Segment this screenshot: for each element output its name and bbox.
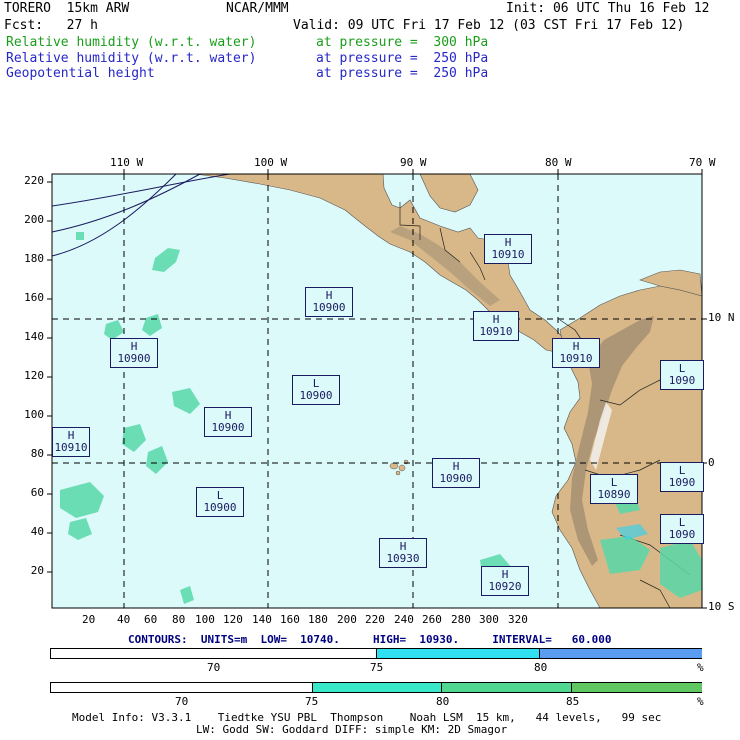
colorbar-300-label: 80 [436, 695, 450, 708]
colorbar-250hpa [50, 648, 702, 659]
colorbar-250-label: 80 [534, 661, 548, 674]
high-pressure-label: H 10910 [552, 338, 600, 368]
map-panel [47, 169, 707, 609]
low-pressure-label: L 1090 [660, 462, 704, 492]
contours-info: CONTOURS: UNITS=m LOW= 10740. HIGH= 1093… [128, 633, 612, 646]
hl-value: 10890 [597, 488, 631, 501]
colorbar-300-seg-aqua [312, 683, 442, 692]
hl-value: 10910 [54, 441, 88, 454]
physics-info: LW: Godd SW: Goddard DIFF: simple KM: 2D… [196, 723, 508, 736]
colorbar-300-label: 75 [305, 695, 319, 708]
colorbar-250-seg-white [51, 649, 376, 658]
hl-value: 10900 [211, 421, 245, 434]
colorbar-300-seg-green [571, 683, 702, 692]
high-pressure-label: H 10910 [52, 427, 90, 457]
high-pressure-label: H 10910 [484, 234, 532, 264]
colorbar-300-seg-white [51, 683, 312, 692]
hl-value: 1090 [668, 374, 696, 387]
low-pressure-label: L 1090 [660, 360, 704, 390]
weather-map-page: TORERO 15km ARW NCAR/MMM Init: 06 UTC Th… [0, 0, 740, 740]
colorbar-250-label: 75 [370, 661, 384, 674]
low-pressure-label: L 10890 [590, 474, 638, 504]
colorbar-300-label: % [697, 695, 704, 708]
colorbar-250-label: % [697, 661, 704, 674]
hl-value: 10900 [299, 389, 333, 402]
colorbar-300-seg-mint [441, 683, 572, 692]
low-pressure-label: L 10900 [292, 375, 340, 405]
hl-value: 10900 [439, 472, 473, 485]
high-pressure-label: H 10930 [379, 538, 427, 568]
colorbar-250-label: 70 [207, 661, 221, 674]
high-pressure-label: H 10900 [110, 338, 158, 368]
high-pressure-label: H 10900 [204, 407, 252, 437]
colorbar-300hpa [50, 682, 702, 693]
hl-value: 10900 [203, 501, 237, 514]
low-pressure-label: L 1090 [660, 514, 704, 544]
hl-value: 1090 [668, 476, 696, 489]
colorbar-250-seg-blue [539, 649, 702, 658]
high-pressure-label: H 10920 [481, 566, 529, 596]
colorbar-250-seg-cyan [376, 649, 540, 658]
hl-value: 10910 [491, 248, 525, 261]
colorbar-300-label: 85 [566, 695, 580, 708]
hl-value: 1090 [668, 528, 696, 541]
high-pressure-label: H 10900 [432, 458, 480, 488]
high-pressure-label: H 10900 [305, 287, 353, 317]
hl-value: 10900 [312, 301, 346, 314]
hl-value: 10930 [386, 552, 420, 565]
hl-value: 10910 [559, 352, 593, 365]
hl-value: 10900 [117, 352, 151, 365]
colorbar-300-label: 70 [175, 695, 189, 708]
hl-value: 10920 [488, 580, 522, 593]
low-pressure-label: L 10900 [196, 487, 244, 517]
hl-value: 10910 [479, 325, 513, 338]
high-pressure-label: H 10910 [473, 311, 519, 341]
